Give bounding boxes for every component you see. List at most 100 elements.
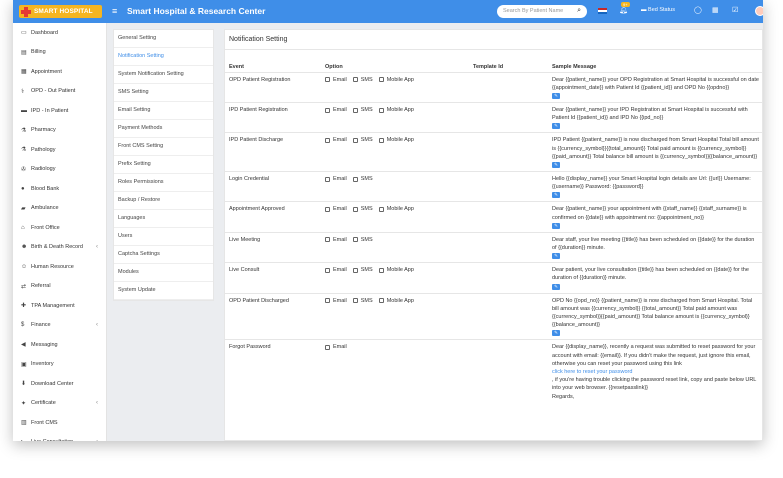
sidebar-item-pathology[interactable]: ⚗ Pathology (13, 140, 106, 160)
option-cell: Email SMS Mobile App (321, 262, 469, 294)
calendar-icon[interactable]: ▦ (712, 6, 719, 14)
sidebar-item-live-consultation[interactable]: ▶Live Consultation ‹ (13, 433, 106, 441)
sms-checkbox[interactable]: SMS (352, 236, 373, 244)
sidebar-item-referral[interactable]: ⇄ Referral (13, 277, 106, 297)
sidebar-item-pharmacy[interactable]: ⚗ Pharmacy (13, 121, 106, 141)
sample-message-text: Dear patient, your live consultation {{t… (552, 267, 749, 282)
sample-message-cell: Dear {{display_name}}, recently a reques… (548, 339, 763, 404)
menu-toggle-icon[interactable]: ≡ (112, 6, 117, 16)
checkbox-icon (352, 77, 358, 83)
sms-checkbox[interactable]: SMS (352, 266, 373, 274)
email-checkbox[interactable]: Email (325, 343, 347, 351)
chevron-left-icon: ‹ (96, 244, 98, 251)
table-row: Appointment Approved Email SMS Mobile App De… (225, 201, 763, 233)
sidebar-item-front-office[interactable]: ⌂ Front Office (13, 218, 106, 238)
sms-checkbox[interactable]: SMS (352, 136, 373, 144)
settings-menu-prefix-setting[interactable]: Prefix Setting (114, 156, 213, 174)
sidebar-item-label: Live Consultation (31, 439, 73, 441)
sidebar-item-blood-bank[interactable]: ● Blood Bank (13, 179, 106, 199)
bell-icon[interactable]: 🔔︎ (619, 6, 628, 14)
sidebar-item-tpa-management[interactable]: ✚ TPA Management (13, 296, 106, 316)
template-id-cell (469, 170, 548, 202)
sidebar-item-appointment[interactable]: ▦ Appointment (13, 62, 106, 82)
settings-menu: General Setting Notification Setting Syste… (113, 29, 214, 301)
email-checkbox[interactable]: Email (325, 76, 347, 84)
email-checkbox[interactable]: Email (325, 205, 347, 213)
avatar[interactable] (755, 6, 763, 16)
settings-menu-roles-permissions[interactable]: Roles Permissions (114, 174, 213, 192)
settings-menu-notification-setting[interactable]: Notification Setting (114, 48, 213, 66)
table-row: Forgot Password Email Dear {{display_name}… (225, 339, 763, 404)
settings-menu-front-cms-setting[interactable]: Front CMS Setting (114, 138, 213, 156)
mobile-checkbox[interactable]: Mobile App (378, 106, 414, 114)
col-template-id: Template Id (473, 63, 504, 70)
mobile-checkbox[interactable]: Mobile App (378, 297, 414, 305)
sidebar-item-inventory[interactable]: ▣ Inventory (13, 355, 106, 375)
sidebar-item-download-center[interactable]: ⬇ Download Center (13, 374, 106, 394)
search-icon[interactable]: ⌕ (577, 7, 581, 15)
bed-icon: ▬ (641, 7, 649, 13)
settings-menu-general-setting[interactable]: General Setting (114, 30, 213, 48)
sms-checkbox[interactable]: SMS (352, 175, 373, 183)
edit-icon[interactable]: ✎ (552, 330, 560, 337)
sidebar-item-ambulance[interactable]: ▰ Ambulance (13, 199, 106, 219)
front-office-icon: ⌂ (21, 224, 25, 231)
chevron-left-icon: ‹ (96, 322, 98, 329)
sidebar-item-dashboard[interactable]: ▭ Dashboard (13, 23, 106, 43)
sms-checkbox[interactable]: SMS (352, 205, 373, 213)
sidebar-item-messaging[interactable]: ◀ Messaging (13, 335, 106, 355)
settings-menu-modules[interactable]: Modules (114, 264, 213, 282)
settings-menu-email-setting[interactable]: Email Setting (114, 102, 213, 120)
mobile-checkbox[interactable]: Mobile App (378, 205, 414, 213)
sidebar-item-billing[interactable]: ▤ Billing (13, 43, 106, 63)
logo[interactable]: SMART HOSPITAL (19, 5, 102, 18)
tasks-icon[interactable]: ☑ (732, 6, 738, 14)
sidebar-item-birth-death-record[interactable]: ☻ Birth & Death Record ‹ (13, 238, 106, 258)
sms-checkbox[interactable]: SMS (352, 76, 373, 84)
sidebar-item-opd-out-patient[interactable]: ⚕ OPD - Out Patient (13, 82, 106, 102)
sms-checkbox[interactable]: SMS (352, 106, 373, 114)
checkbox-icon (352, 107, 358, 113)
sms-checkbox[interactable]: SMS (352, 297, 373, 305)
sidebar-item-radiology[interactable]: ✇ Radiology (13, 160, 106, 180)
reset-password-link[interactable]: click here to reset your password (552, 369, 632, 375)
mobile-checkbox[interactable]: Mobile App (378, 266, 414, 274)
email-checkbox[interactable]: Email (325, 106, 347, 114)
checkbox-icon (378, 77, 384, 83)
search-input[interactable]: Search By Patient Name ⌕ (497, 5, 587, 18)
edit-icon[interactable]: ✎ (552, 161, 560, 168)
edit-icon[interactable]: ✎ (552, 222, 560, 229)
settings-menu-payment-methods[interactable]: Payment Methods (114, 120, 213, 138)
edit-icon[interactable]: ✎ (552, 92, 560, 99)
sidebar-item-front-cms[interactable]: ▥ Front CMS (13, 413, 106, 433)
settings-menu-system-notification-setting[interactable]: System Notification Setting (114, 66, 213, 84)
edit-icon[interactable]: ✎ (552, 192, 560, 199)
sidebar-item-human-resource[interactable]: ☺ Human Resource (13, 257, 106, 277)
email-checkbox[interactable]: Email (325, 297, 347, 305)
settings-menu-captcha-settings[interactable]: Captcha Settings (114, 246, 213, 264)
email-checkbox[interactable]: Email (325, 266, 347, 274)
mobile-checkbox[interactable]: Mobile App (378, 76, 414, 84)
settings-menu-languages[interactable]: Languages (114, 210, 213, 228)
whatsapp-icon[interactable]: ◯ (694, 6, 702, 14)
sidebar-item-ipd-in-patient[interactable]: ▬ IPD - In Patient (13, 101, 106, 121)
settings-menu-system-update[interactable]: System Update (114, 282, 213, 300)
bed-status-button[interactable]: ▬ Bed Status (641, 7, 675, 13)
blood-drop-icon: ● (21, 185, 25, 192)
language-flag-icon[interactable] (598, 8, 607, 14)
edit-icon[interactable]: ✎ (552, 123, 560, 130)
sidebar-item-finance[interactable]: $ Finance ‹ (13, 316, 106, 336)
settings-menu-backup-restore[interactable]: Backup / Restore (114, 192, 213, 210)
checkbox-icon (378, 107, 384, 113)
sidebar-item-certificate[interactable]: ✦ Certificate ‹ (13, 394, 106, 414)
edit-icon[interactable]: ✎ (552, 253, 560, 260)
settings-menu-users[interactable]: Users (114, 228, 213, 246)
edit-icon[interactable]: ✎ (552, 283, 560, 290)
mobile-checkbox[interactable]: Mobile App (378, 136, 414, 144)
billing-icon: ▤ (21, 49, 27, 56)
email-checkbox[interactable]: Email (325, 136, 347, 144)
settings-menu-sms-setting[interactable]: SMS Setting (114, 84, 213, 102)
email-checkbox[interactable]: Email (325, 236, 347, 244)
email-checkbox[interactable]: Email (325, 175, 347, 183)
checkbox-icon (325, 237, 330, 243)
